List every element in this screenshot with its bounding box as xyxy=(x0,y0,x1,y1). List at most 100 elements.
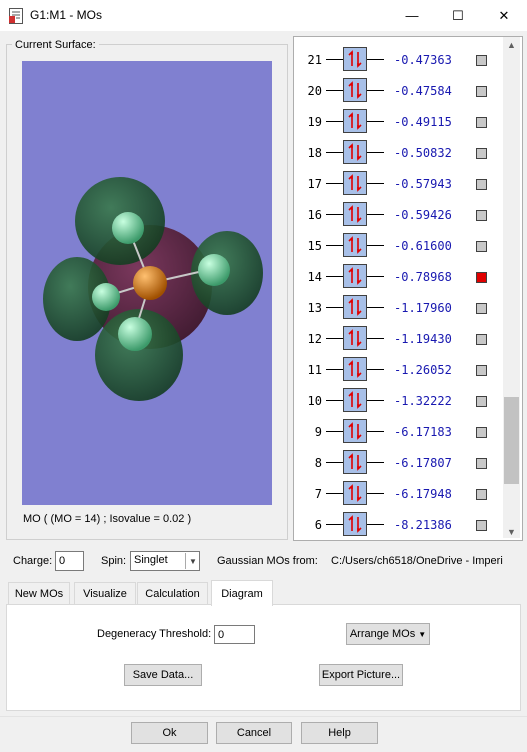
electron-pair-icon xyxy=(343,295,367,319)
mo-select-checkbox[interactable] xyxy=(476,427,487,438)
mo-select-checkbox[interactable] xyxy=(476,334,487,345)
mo-number: 15 xyxy=(307,239,322,253)
tab-new-mos[interactable]: New MOs xyxy=(8,582,70,604)
mo-select-checkbox[interactable] xyxy=(476,210,487,221)
mo-number: 10 xyxy=(307,394,322,408)
charge-label: Charge: xyxy=(13,555,53,567)
diagram-panel xyxy=(6,604,521,711)
export-picture-button[interactable]: Export Picture... xyxy=(319,664,403,686)
footer-separator xyxy=(0,716,527,717)
mo-number: 17 xyxy=(307,177,322,191)
orbital-render xyxy=(43,177,263,401)
close-button[interactable]: ✕ xyxy=(481,0,527,31)
tab-calculation[interactable]: Calculation xyxy=(137,582,208,604)
mo-row[interactable]: 7 -6.17948 xyxy=(294,478,502,509)
mo-number: 8 xyxy=(314,456,322,470)
mo-number: 9 xyxy=(314,425,322,439)
save-data-button[interactable]: Save Data... xyxy=(124,664,202,686)
ok-label: Ok xyxy=(162,727,177,739)
mo-select-checkbox[interactable] xyxy=(476,489,487,500)
mo-row[interactable]: 14 -0.78968 xyxy=(294,261,502,292)
mo-select-checkbox[interactable] xyxy=(476,303,487,314)
electron-pair-icon xyxy=(343,450,367,474)
scroll-down-icon[interactable]: ▼ xyxy=(507,527,516,537)
mo-list[interactable]: 21 -0.47363 20 -0.47584 19 -0.49115 18 -0.50832… xyxy=(293,36,523,541)
app-icon xyxy=(9,8,23,24)
minimize-button[interactable]: — xyxy=(389,0,435,31)
mo-row[interactable]: 19 -0.49115 xyxy=(294,106,502,137)
electron-pair-icon xyxy=(343,171,367,195)
cancel-button[interactable]: Cancel xyxy=(216,722,292,744)
mo-number: 11 xyxy=(307,363,322,377)
minimize-icon: — xyxy=(405,8,419,23)
mo-number: 14 xyxy=(307,270,322,284)
mo-number: 21 xyxy=(307,53,322,67)
mo-select-checkbox[interactable] xyxy=(476,55,487,66)
mo-row[interactable]: 11 -1.26052 xyxy=(294,354,502,385)
mo-row[interactable]: 18 -0.50832 xyxy=(294,137,502,168)
mo-energy: -6.17948 xyxy=(394,487,452,501)
degeneracy-threshold-input[interactable] xyxy=(214,625,255,644)
mo-select-checkbox[interactable] xyxy=(476,86,487,97)
mo-row[interactable]: 15 -0.61600 xyxy=(294,230,502,261)
mo-row[interactable]: 20 -0.47584 xyxy=(294,75,502,106)
mo-row[interactable]: 16 -0.59426 xyxy=(294,199,502,230)
electron-pair-icon xyxy=(343,326,367,350)
electron-pair-icon xyxy=(343,109,367,133)
mo-row[interactable]: 17 -0.57943 xyxy=(294,168,502,199)
source-label: Gaussian MOs from: xyxy=(217,555,318,567)
mo-select-checkbox[interactable] xyxy=(476,179,487,190)
mo-row[interactable]: 13 -1.17960 xyxy=(294,292,502,323)
mo-number: 18 xyxy=(307,146,322,160)
mo-select-checkbox[interactable] xyxy=(476,458,487,469)
mo-energy: -0.57943 xyxy=(394,177,452,191)
mo-select-checkbox[interactable] xyxy=(476,241,487,252)
current-surface-label: Current Surface: xyxy=(12,39,99,51)
electron-pair-icon xyxy=(343,140,367,164)
arrange-mos-label: Arrange MOs xyxy=(349,628,416,640)
mo-status-text: MO ( (MO = 14) ; Isovalue = 0.02 ) xyxy=(23,513,192,525)
mo-select-checkbox[interactable] xyxy=(476,148,487,159)
mo-energy: -1.32222 xyxy=(394,394,452,408)
mo-row[interactable]: 8 -6.17807 xyxy=(294,447,502,478)
tab-diagram[interactable]: Diagram xyxy=(211,580,273,606)
mo-energy: -1.26052 xyxy=(394,363,452,377)
scroll-up-icon[interactable]: ▲ xyxy=(507,40,516,50)
mo-row[interactable]: 10 -1.32222 xyxy=(294,385,502,416)
tab-visualize[interactable]: Visualize xyxy=(74,582,136,604)
tab-label: Diagram xyxy=(221,587,263,600)
degeneracy-threshold-label: Degeneracy Threshold: xyxy=(97,628,212,640)
mo-row[interactable]: 21 -0.47363 xyxy=(294,44,502,75)
chevron-down-icon[interactable]: ▼ xyxy=(185,553,200,569)
tab-label: New MOs xyxy=(14,587,64,600)
ok-button[interactable]: Ok xyxy=(131,722,208,744)
help-button[interactable]: Help xyxy=(301,722,378,744)
charge-input[interactable] xyxy=(55,551,84,571)
mo-energy: -0.49115 xyxy=(394,115,452,129)
electron-pair-icon xyxy=(343,233,367,257)
mo-row[interactable]: 12 -1.19430 xyxy=(294,323,502,354)
mo-energy: -0.47363 xyxy=(394,53,452,67)
mo-row[interactable]: 9 -6.17183 xyxy=(294,416,502,447)
source-path: C:/Users/ch6518/OneDrive - Imperi xyxy=(331,555,503,567)
mo-select-checkbox[interactable] xyxy=(476,520,487,531)
mo-energy: -0.59426 xyxy=(394,208,452,222)
spin-label: Spin: xyxy=(101,555,127,567)
mo-row[interactable]: 6 -8.21386 xyxy=(294,509,502,540)
electron-pair-icon xyxy=(343,47,367,71)
scrollbar-thumb[interactable] xyxy=(504,397,519,484)
mo-number: 6 xyxy=(314,518,322,532)
maximize-button[interactable]: ☐ xyxy=(435,0,481,31)
mo-select-checkbox[interactable] xyxy=(476,117,487,128)
mo-number: 13 xyxy=(307,301,322,315)
electron-pair-icon xyxy=(343,264,367,288)
mo-number: 7 xyxy=(314,487,322,501)
molecule-viewport[interactable] xyxy=(22,61,272,505)
mo-energy: -0.47584 xyxy=(394,84,452,98)
arrange-mos-button[interactable]: Arrange MOs ▼ xyxy=(346,623,430,645)
export-picture-label: Export Picture... xyxy=(321,669,401,681)
mo-select-checkbox[interactable] xyxy=(476,365,487,376)
electron-pair-icon xyxy=(343,419,367,443)
mo-select-checkbox[interactable] xyxy=(476,272,487,283)
mo-select-checkbox[interactable] xyxy=(476,396,487,407)
